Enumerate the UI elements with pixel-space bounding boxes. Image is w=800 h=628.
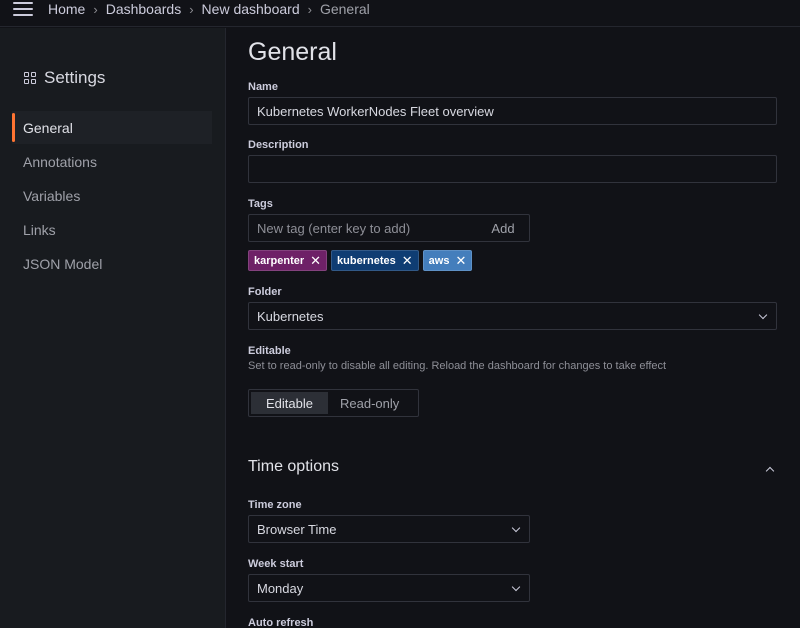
chevron-up-icon[interactable]	[765, 466, 775, 476]
name-label: Name	[248, 81, 278, 93]
breadcrumb-dashboards[interactable]: Dashboards	[106, 1, 182, 17]
tag-aws: aws ✕	[422, 250, 473, 271]
breadcrumb-new-dashboard[interactable]: New dashboard	[202, 1, 300, 17]
settings-sidebar: Settings General Annotations Variables L…	[0, 28, 226, 628]
settings-title: Settings	[44, 68, 106, 87]
sidebar-item-links[interactable]: Links	[12, 213, 212, 246]
folder-label: Folder	[248, 286, 282, 298]
time-zone-label: Time zone	[248, 499, 302, 511]
sidebar-item-annotations[interactable]: Annotations	[12, 145, 212, 178]
tags-label: Tags	[248, 198, 273, 210]
tag-karpenter: karpenter ✕	[248, 250, 328, 271]
tag-list: karpenter ✕ kubernetes ✕ aws ✕	[248, 250, 476, 271]
chevron-down-icon	[758, 310, 768, 320]
tag-label: karpenter	[254, 254, 305, 267]
page-title: General	[248, 38, 337, 66]
breadcrumb-current: General	[319, 1, 370, 17]
menu-icon[interactable]	[13, 2, 33, 16]
tag-label: kubernetes	[337, 254, 396, 267]
tag-input[interactable]: New tag (enter key to add) Add	[248, 214, 530, 242]
name-input[interactable]: Kubernetes WorkerNodes Fleet overview	[248, 97, 777, 125]
week-start-label: Week start	[248, 558, 304, 570]
chevron-right-icon: ›	[189, 1, 194, 17]
chevron-right-icon: ›	[93, 1, 98, 17]
auto-refresh-label: Auto refresh	[248, 617, 314, 628]
folder-value: Kubernetes	[257, 308, 324, 324]
breadcrumb-home[interactable]: Home	[48, 1, 85, 17]
editable-option[interactable]: Editable	[251, 392, 328, 414]
description-input[interactable]	[248, 155, 777, 183]
add-tag-button[interactable]: Add	[477, 215, 529, 241]
folder-select[interactable]: Kubernetes	[248, 302, 777, 330]
settings-nav: General Annotations Variables Links JSON…	[12, 111, 212, 281]
editable-label: Editable	[248, 345, 291, 357]
chevron-down-icon	[511, 523, 521, 533]
time-zone-value: Browser Time	[257, 521, 337, 537]
tag-kubernetes: kubernetes ✕	[331, 250, 419, 271]
week-start-select[interactable]: Monday	[248, 574, 530, 602]
top-bar: Home › Dashboards › New dashboard › Gene…	[0, 0, 800, 27]
time-zone-select[interactable]: Browser Time	[248, 515, 530, 543]
close-icon[interactable]: ✕	[455, 253, 466, 269]
read-only-option[interactable]: Read-only	[328, 392, 411, 414]
breadcrumb: Home › Dashboards › New dashboard › Gene…	[48, 0, 370, 18]
settings-heading: Settings	[24, 68, 105, 88]
close-icon[interactable]: ✕	[402, 253, 413, 269]
apps-icon	[24, 72, 36, 84]
chevron-down-icon	[511, 582, 521, 592]
chevron-right-icon: ›	[307, 1, 312, 17]
week-start-value: Monday	[257, 580, 304, 596]
editable-radio-group: Editable Read-only	[248, 389, 419, 417]
tag-placeholder: New tag (enter key to add)	[257, 220, 411, 236]
sidebar-item-variables[interactable]: Variables	[12, 179, 212, 212]
editable-description: Set to read-only to disable all editing.…	[248, 360, 667, 372]
description-label: Description	[248, 139, 309, 151]
name-value: Kubernetes WorkerNodes Fleet overview	[257, 103, 494, 119]
close-icon[interactable]: ✕	[310, 253, 321, 269]
tag-label: aws	[428, 254, 450, 267]
sidebar-item-json-model[interactable]: JSON Model	[12, 247, 212, 280]
sidebar-item-general[interactable]: General	[12, 111, 212, 144]
time-options-title: Time options	[248, 458, 339, 475]
